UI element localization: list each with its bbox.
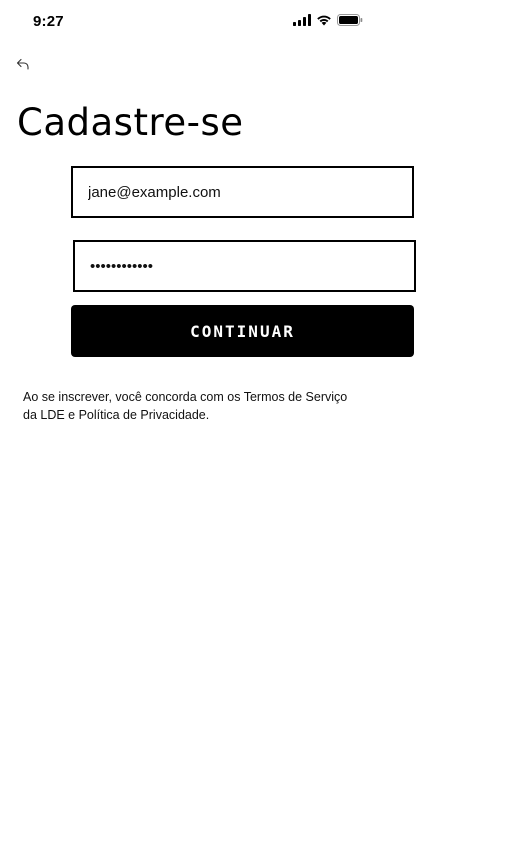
terms-text: Ao se inscrever, você concorda com os Te… [23, 388, 383, 424]
status-bar: 9:27 [0, 0, 510, 46]
battery-icon [337, 13, 363, 31]
terms-line-1: Ao se inscrever, você concorda com os Te… [23, 390, 348, 404]
password-field[interactable] [73, 240, 416, 292]
signal-icon [293, 13, 311, 31]
page-title: Cadastre-se [17, 101, 244, 144]
continue-button[interactable]: CONTINUAR [71, 305, 414, 357]
wifi-icon [316, 13, 332, 31]
email-field[interactable] [71, 166, 414, 218]
status-icons [293, 13, 363, 31]
status-time: 9:27 [33, 13, 64, 30]
terms-line-2: da LDE e Política de Privacidade. [23, 408, 210, 422]
back-button[interactable] [13, 57, 33, 75]
back-arrow-icon [16, 57, 30, 75]
